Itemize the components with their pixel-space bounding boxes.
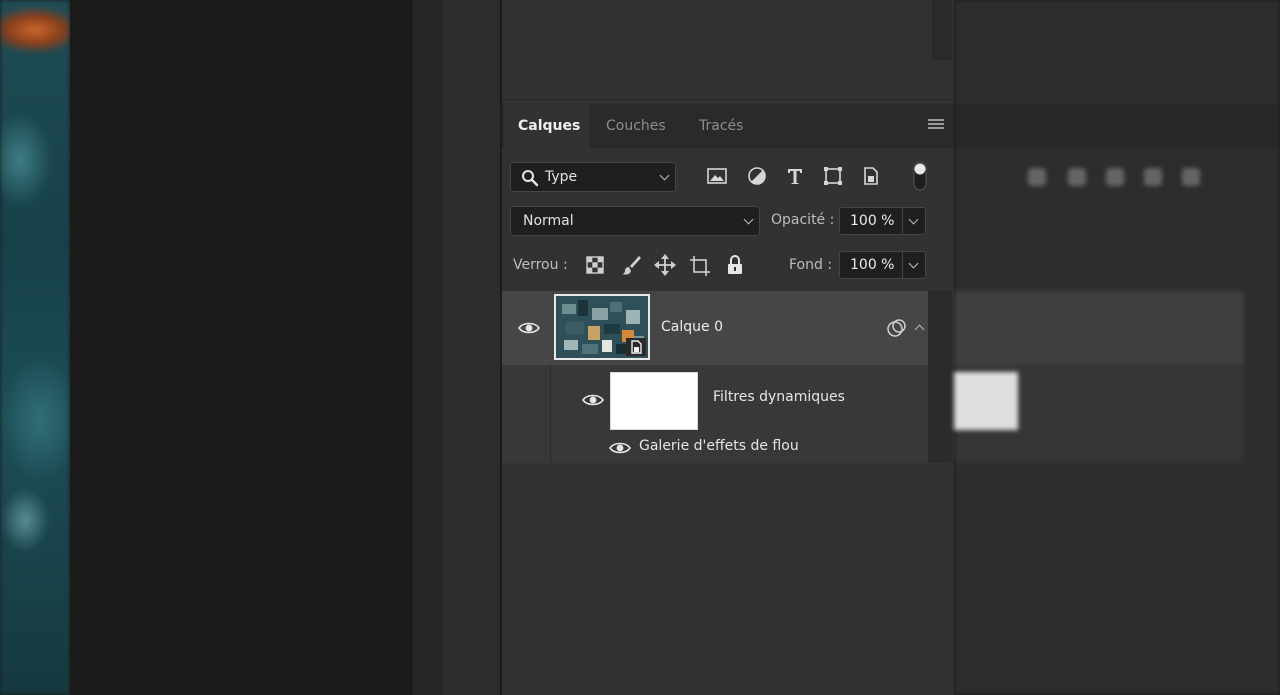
panel-tab-bar: Calques Couches Tracés	[502, 104, 954, 148]
layers-list-scrollbar[interactable]	[928, 291, 954, 463]
fill-field[interactable]: 100 %	[839, 251, 926, 279]
blend-mode-value: Normal	[523, 213, 574, 229]
eye-icon[interactable]	[518, 321, 540, 335]
smart-filter-mask-thumbnail[interactable]	[610, 372, 698, 430]
layer-name[interactable]: Calque 0	[661, 319, 723, 335]
opacity-value: 100 %	[850, 213, 895, 229]
layer-filter-kind-select[interactable]: Type	[510, 162, 676, 192]
blurred-panel-duplicate	[954, 0, 1280, 695]
layers-panel: Calques Couches Tracés Type Normal Opaci…	[502, 0, 954, 695]
canvas-photo-edge	[0, 0, 70, 695]
eye-icon[interactable]	[582, 393, 604, 407]
shape-filter-icon[interactable]	[822, 166, 844, 186]
smart-object-filter-icon[interactable]	[860, 166, 882, 186]
lock-artboard-icon[interactable]	[689, 255, 711, 277]
layer-thumbnail[interactable]	[554, 294, 650, 360]
upper-panel-area	[502, 0, 954, 100]
lock-image-pixels-icon[interactable]	[620, 254, 642, 276]
lock-position-icon[interactable]	[654, 254, 676, 276]
tab-couches[interactable]: Couches	[592, 104, 680, 148]
smart-filter-indicator-icon[interactable]	[886, 318, 908, 338]
eye-icon[interactable]	[609, 441, 631, 455]
adjustment-filter-icon[interactable]	[746, 166, 768, 186]
canvas-pasteboard	[70, 0, 411, 695]
fill-value: 100 %	[850, 257, 895, 273]
opacity-label: Opacité :	[771, 212, 835, 228]
lock-transparent-pixels-icon[interactable]	[586, 256, 604, 274]
lock-label: Verrou :	[513, 257, 568, 273]
chevron-down-icon	[743, 214, 754, 225]
panel-dock-gutter	[411, 0, 441, 695]
image-filter-icon[interactable]	[706, 166, 728, 186]
smart-filters-label[interactable]: Filtres dynamiques	[713, 389, 845, 405]
upper-panel-scrollbar[interactable]	[932, 0, 952, 60]
filter-toggle-icon[interactable]	[912, 160, 928, 192]
type-filter-icon[interactable]	[784, 166, 806, 186]
smart-object-badge-icon	[626, 338, 646, 356]
chevron-down-icon[interactable]	[908, 214, 919, 225]
opacity-field[interactable]: 100 %	[839, 207, 926, 235]
collapsed-panel-column	[441, 0, 501, 695]
panel-menu-icon[interactable]	[928, 119, 944, 133]
fill-label: Fond :	[789, 257, 833, 273]
lock-all-icon[interactable]	[726, 254, 744, 276]
chevron-down-icon[interactable]	[908, 258, 919, 269]
chevron-down-icon	[659, 170, 670, 181]
tab-traces[interactable]: Tracés	[685, 104, 757, 148]
layer-filter-kind-value: Type	[545, 169, 578, 185]
filter-name[interactable]: Galerie d'effets de flou	[639, 438, 799, 454]
search-icon	[522, 170, 539, 187]
tab-calques[interactable]: Calques	[504, 104, 590, 148]
blend-mode-select[interactable]: Normal	[510, 206, 760, 236]
